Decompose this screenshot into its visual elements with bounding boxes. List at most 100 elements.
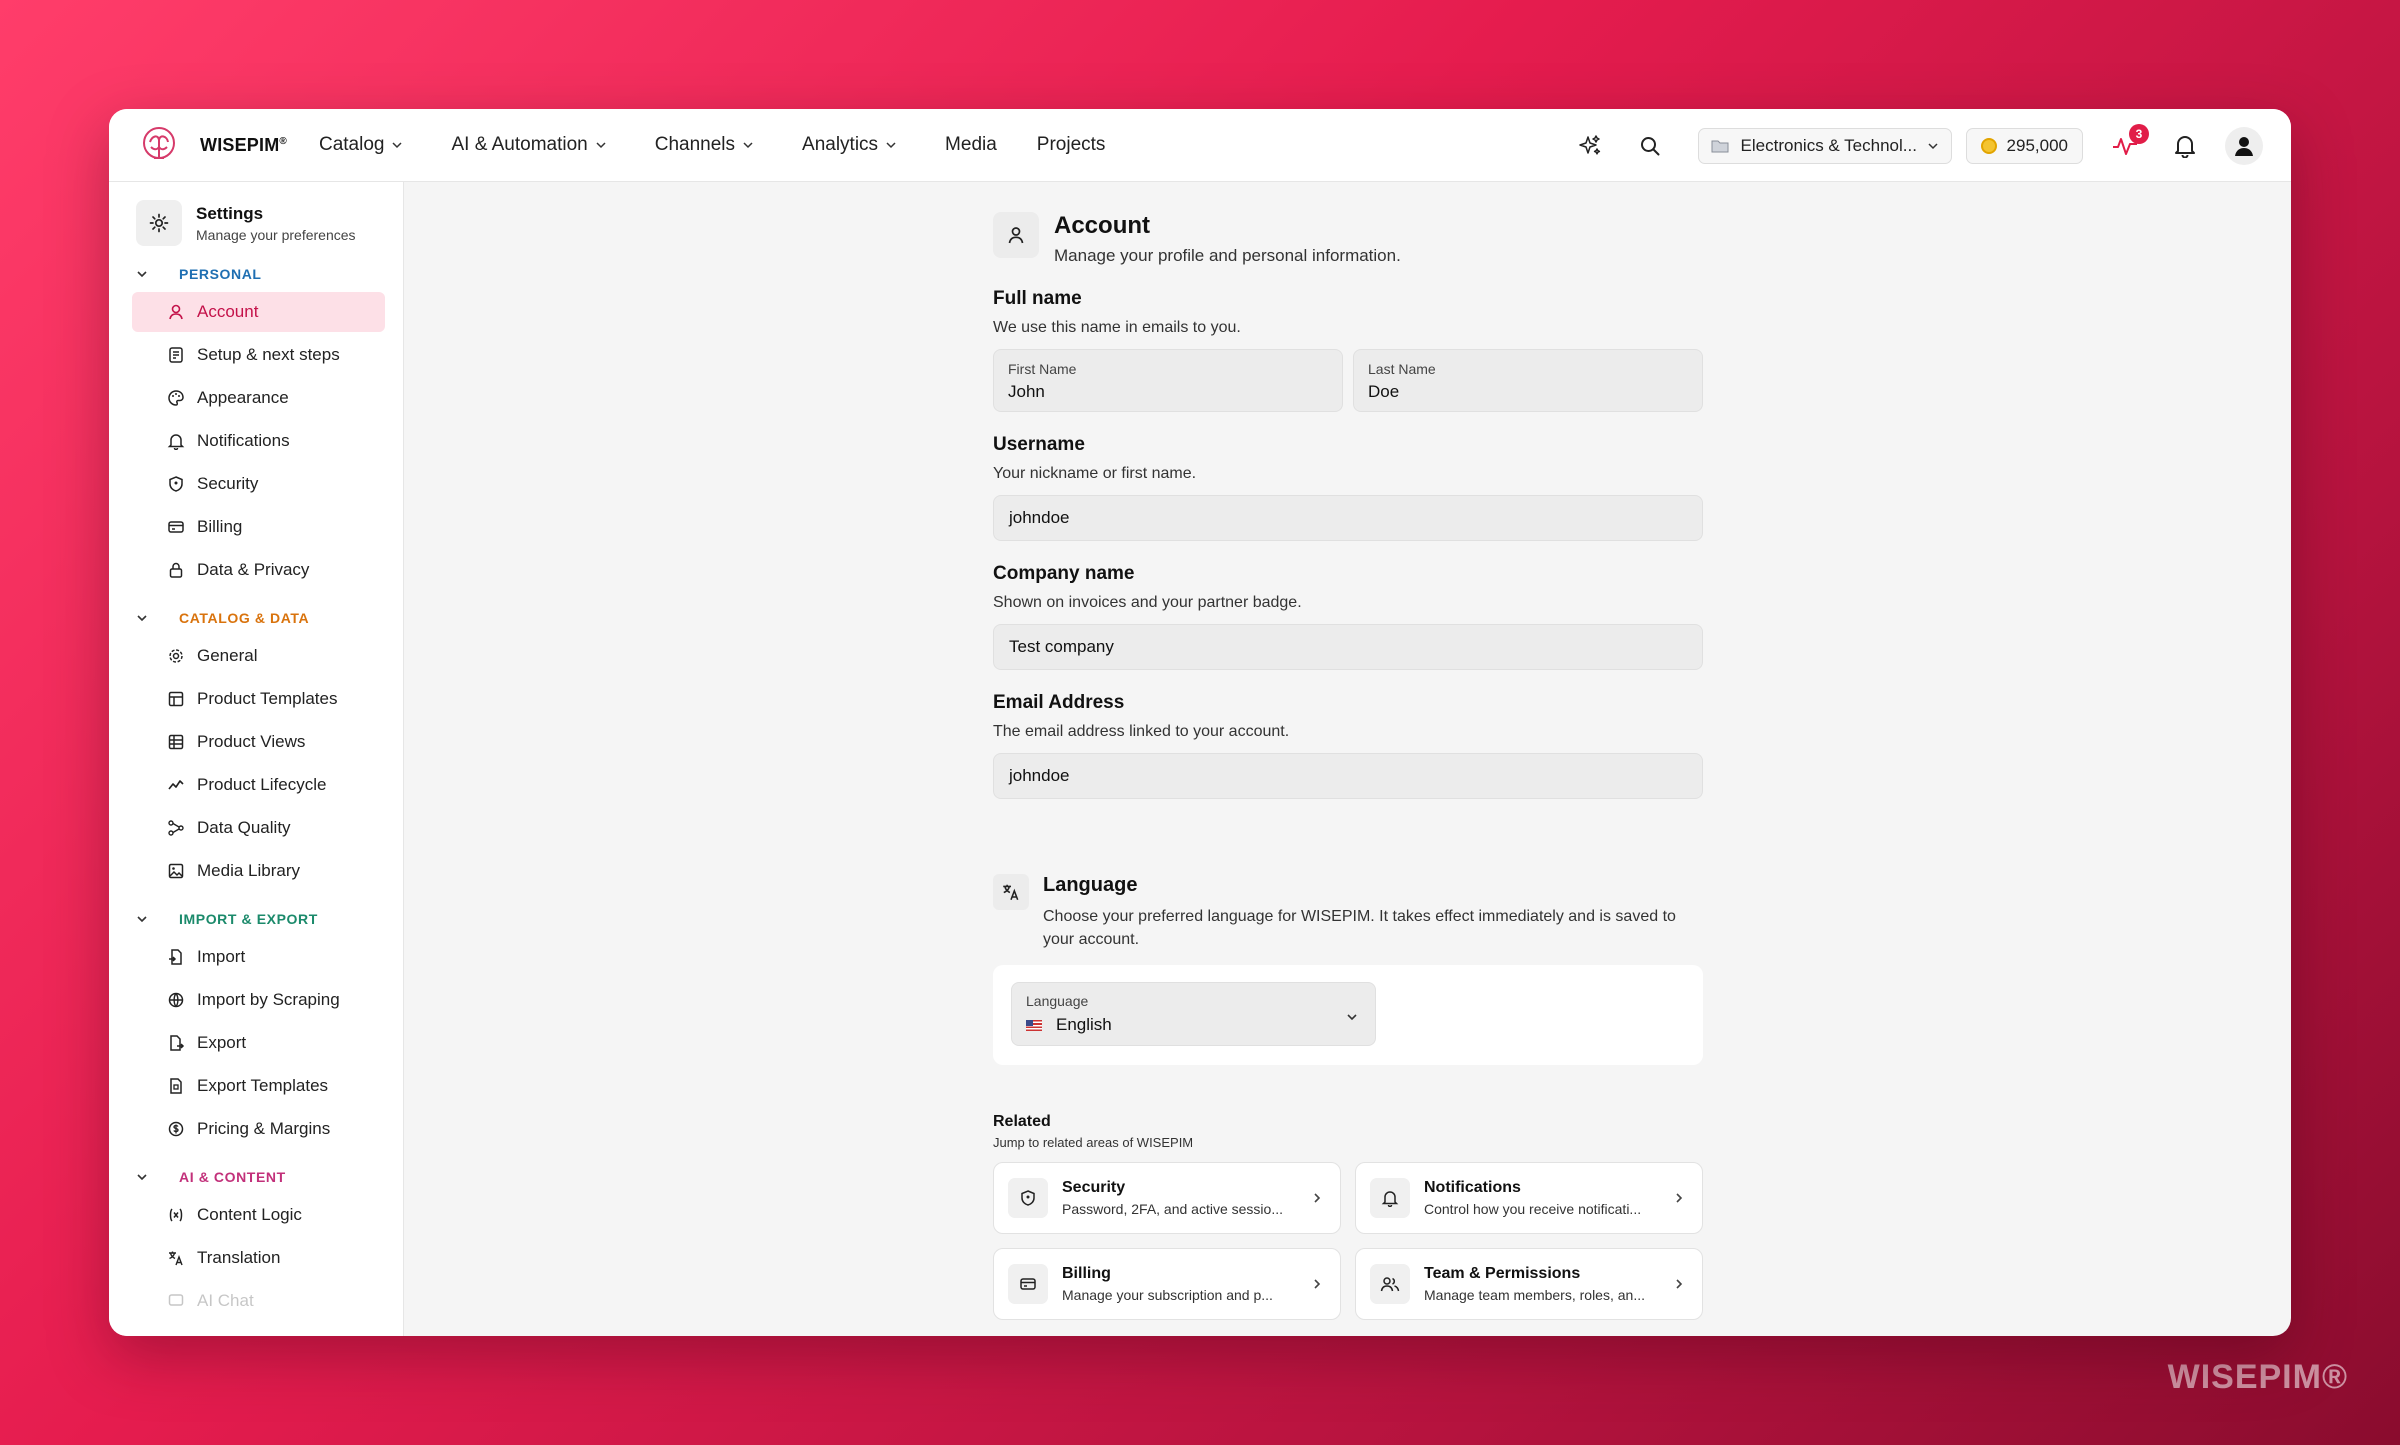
group-ai-label: AI & CONTENT	[179, 1169, 286, 1185]
chevron-right-icon	[1314, 1193, 1321, 1203]
app-window: WISEPIM® Catalog AI & Automation Channel…	[109, 109, 2291, 1336]
sidebar-item-media-library[interactable]: Media Library	[132, 851, 385, 891]
group-personal[interactable]: PERSONAL	[135, 262, 403, 286]
sidebar-title: Settings	[196, 203, 264, 223]
nav-catalog[interactable]: Catalog	[319, 134, 404, 156]
sidebar-item-label: Translation	[197, 1248, 281, 1267]
nav-channels-label: Channels	[654, 134, 736, 155]
brand-mark: ®	[279, 135, 287, 147]
nav-projects[interactable]: Projects	[1037, 134, 1106, 156]
related-card-name: Billing	[1062, 1265, 1111, 1282]
sidebar-item-content-logic[interactable]: Content Logic	[132, 1195, 385, 1235]
sidebar-item-pricing-margins[interactable]: Pricing & Margins	[132, 1109, 385, 1149]
username-title: Username	[993, 434, 1085, 455]
related-card-desc: Manage your subscription and p...	[1062, 1287, 1273, 1303]
company-input[interactable]: Test company	[993, 624, 1703, 670]
sidebar-item-setup[interactable]: Setup & next steps	[132, 335, 385, 375]
template-icon	[168, 691, 184, 707]
sidebar-item-label: AI Chat	[197, 1291, 254, 1310]
sidebar-item-notifications[interactable]: Notifications	[132, 421, 385, 461]
sidebar-item-label: Export	[197, 1033, 247, 1052]
sidebar-item-appearance[interactable]: Appearance	[132, 378, 385, 418]
chevron-down-icon	[392, 142, 403, 149]
group-ai-content[interactable]: AI & CONTENT	[135, 1165, 403, 1189]
users-icon	[1370, 1264, 1410, 1304]
user-avatar-button[interactable]	[2225, 126, 2263, 165]
nav-catalog-label: Catalog	[318, 134, 385, 155]
credit-card-icon	[1008, 1264, 1048, 1304]
sidebar-item-import[interactable]: Import	[132, 937, 385, 977]
sidebar-item-security[interactable]: Security	[132, 464, 385, 504]
related-card-desc: Password, 2FA, and active sessio...	[1062, 1201, 1283, 1217]
ai-sparkle-button[interactable]	[1572, 128, 1608, 164]
language-select[interactable]: Language English	[1011, 982, 1376, 1046]
sidebar-item-label: Export Templates	[197, 1076, 329, 1095]
sidebar-item-account[interactable]: Account	[132, 292, 385, 332]
main-nav: Catalog AI & Automation Channels Analyti…	[319, 134, 1145, 156]
related-card-notifications[interactable]: Notifications Control how you receive no…	[1355, 1162, 1703, 1234]
translate-icon	[169, 1251, 183, 1266]
username-input[interactable]: johndoe	[993, 495, 1703, 541]
email-input[interactable]: johndoe	[993, 753, 1703, 799]
function-icon	[169, 1208, 183, 1222]
sidebar-item-label: Security	[197, 474, 259, 493]
group-import-export[interactable]: IMPORT & EXPORT	[135, 907, 403, 931]
user-avatar-icon	[2235, 136, 2253, 156]
related-card-name: Team & Permissions	[1424, 1265, 1581, 1282]
related-card-billing[interactable]: Billing Manage your subscription and p..…	[993, 1248, 1341, 1320]
shield-icon	[169, 476, 183, 492]
fullname-title: Full name	[993, 288, 1082, 309]
credits-balance[interactable]: 295,000	[1965, 127, 2083, 164]
email-title: Email Address	[993, 692, 1125, 713]
folder-icon	[1711, 140, 1729, 152]
translate-icon	[993, 874, 1029, 910]
nav-channels[interactable]: Channels	[655, 134, 754, 156]
sidebar-item-export-templates[interactable]: Export Templates	[132, 1066, 385, 1106]
activity-badge: 3	[2129, 123, 2149, 144]
email-desc: The email address linked to your account…	[993, 723, 1290, 740]
related-card-security[interactable]: Security Password, 2FA, and active sessi…	[993, 1162, 1341, 1234]
nav-analytics-label: Analytics	[802, 134, 879, 155]
palette-icon	[168, 390, 184, 406]
nav-ai-automation[interactable]: AI & Automation	[451, 134, 606, 156]
sidebar-item-data-privacy[interactable]: Data & Privacy	[132, 550, 385, 590]
sidebar-item-ai-chat[interactable]: AI Chat	[132, 1281, 385, 1321]
chevron-right-icon	[1676, 1193, 1683, 1203]
related-title: Related	[993, 1113, 1051, 1130]
nav-media[interactable]: Media	[945, 134, 997, 156]
sidebar-item-import-scraping[interactable]: Import by Scraping	[132, 980, 385, 1020]
sidebar-item-general[interactable]: General	[132, 636, 385, 676]
workspace-selector[interactable]: Electronics & Technol...	[1697, 127, 1952, 164]
related-card-team-permissions[interactable]: Team & Permissions Manage team members, …	[1355, 1248, 1703, 1320]
sidebar-item-billing[interactable]: Billing	[132, 507, 385, 547]
related-grid: Security Password, 2FA, and active sessi…	[993, 1162, 1703, 1320]
related-card-desc: Control how you receive notificati...	[1424, 1201, 1642, 1217]
sidebar-item-export[interactable]: Export	[132, 1023, 385, 1063]
chevron-right-icon	[1676, 1279, 1683, 1289]
sidebar-item-product-lifecycle[interactable]: Product Lifecycle	[132, 765, 385, 805]
brain-logo-icon	[143, 127, 175, 159]
chevron-down-icon	[137, 916, 147, 923]
sidebar-item-product-templates[interactable]: Product Templates	[132, 679, 385, 719]
file-template-icon	[170, 1078, 182, 1094]
gear-icon	[169, 649, 183, 663]
group-catalog-data[interactable]: CATALOG & DATA	[135, 606, 403, 630]
first-name-field[interactable]: First Name John	[993, 349, 1343, 412]
company-desc: Shown on invoices and your partner badge…	[993, 594, 1302, 611]
sidebar-item-product-views[interactable]: Product Views	[132, 722, 385, 762]
sidebar-item-translation[interactable]: Translation	[132, 1238, 385, 1278]
sidebar-item-label: Pricing & Margins	[197, 1119, 331, 1138]
sidebar-item-label: Media Library	[197, 861, 300, 880]
related-card-name: Notifications	[1424, 1179, 1521, 1196]
page-header: Account Manage your profile and personal…	[993, 212, 1703, 266]
sidebar-item-data-quality[interactable]: Data Quality	[132, 808, 385, 848]
last-name-field[interactable]: Last Name Doe	[1353, 349, 1703, 412]
sidebar-item-label: Data & Privacy	[197, 560, 310, 579]
nav-analytics[interactable]: Analytics	[802, 134, 897, 156]
notifications-button[interactable]	[2167, 128, 2203, 164]
activity-button[interactable]: 3	[2107, 123, 2149, 164]
search-button[interactable]	[1632, 128, 1668, 164]
page-title: Account	[1054, 212, 1150, 239]
chat-icon	[168, 1294, 184, 1306]
brand[interactable]: WISEPIM®	[138, 124, 287, 166]
